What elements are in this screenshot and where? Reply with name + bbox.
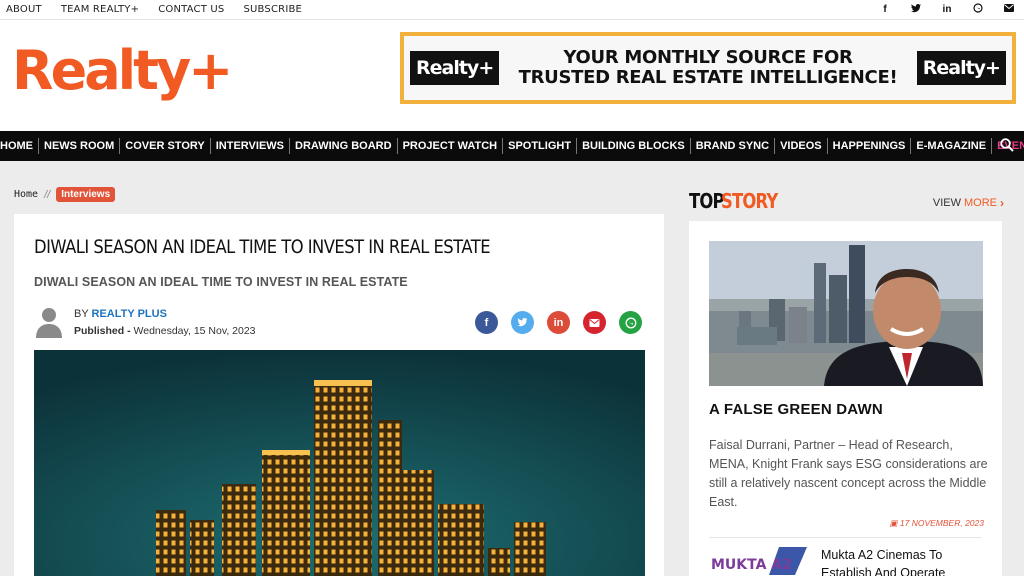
author-meta: BY REALTY PLUS Published - Wednesday, 15… [74,308,256,337]
share-buttons: f in [475,311,642,334]
author-block: BY REALTY PLUS Published - Wednesday, 15… [34,306,256,338]
author-line: BY REALTY PLUS [74,308,256,320]
view-more-label-1: VIEW [932,197,961,209]
article-card: DIWALI SEASON AN IDEAL TIME TO INVEST IN… [14,214,664,576]
logo-plus: + [188,39,233,102]
share-facebook-icon[interactable]: f [475,311,498,334]
calendar-icon: ▣ [889,518,900,528]
author-name[interactable]: REALTY PLUS [92,308,167,320]
article-hero-image [34,350,645,576]
breadcrumb-separator: // [44,188,51,201]
article-subtitle: DIWALI SEASON AN IDEAL TIME TO INVEST IN… [34,275,408,289]
top-link-team[interactable]: TEAM REALTY+ [61,4,139,15]
banner-text: YOUR MONTHLY SOURCE FOR TRUSTED REAL EST… [519,48,898,88]
article-title: DIWALI SEASON AN IDEAL TIME TO INVEST IN… [34,236,491,258]
nav-cover-story[interactable]: COVER STORY [120,138,211,154]
share-linkedin-icon[interactable]: in [547,311,570,334]
chevron-right-icon: › [1000,196,1004,210]
top-story-title[interactable]: A FALSE GREEN DAWN [709,401,883,418]
breadcrumb-home[interactable]: Home [14,189,38,200]
by-prefix: BY [74,307,92,320]
nav-drawing-board[interactable]: DRAWING BOARD [290,138,398,154]
view-more-link[interactable]: VIEW MORE › [933,196,1004,210]
breadcrumb-current[interactable]: Interviews [56,187,116,202]
social-links: f in [880,3,1018,16]
sidebar-divider [709,537,982,538]
banner-logo-left: Realty+ [410,51,500,85]
share-mail-icon[interactable] [583,311,606,334]
nav-home[interactable]: HOME [0,138,39,154]
logo-text: Realty [12,39,191,102]
top-links: ABOUT TEAM REALTY+ CONTACT US SUBSCRIBE [6,4,321,15]
next-story-thumbnail[interactable]: MUKTA A2 [709,545,809,576]
top-link-contact[interactable]: CONTACT US [158,4,224,15]
twitter-icon[interactable] [911,3,921,16]
top-story-heading-1: TOP [689,189,725,213]
nav-happenings[interactable]: HAPPENINGS [828,138,912,154]
share-whatsapp-icon[interactable] [619,311,642,334]
facebook-icon[interactable]: f [880,4,890,15]
linkedin-icon[interactable]: in [942,4,952,15]
nav-news-room[interactable]: NEWS ROOM [39,138,121,154]
top-story-excerpt: Faisal Durrani, Partner – Head of Resear… [709,438,988,509]
nav-building-blocks[interactable]: BUILDING BLOCKS [577,138,691,154]
main-content: Home // Interviews DIWALI SEASON AN IDEA… [0,161,1024,576]
top-link-subscribe[interactable]: SUBSCRIBE [243,4,302,15]
banner-line-1: YOUR MONTHLY SOURCE FOR [563,47,853,68]
header-banner-ad[interactable]: Realty+ YOUR MONTHLY SOURCE FOR TRUSTED … [400,32,1016,104]
whatsapp-icon[interactable] [973,3,983,16]
published-date: Wednesday, 15 Nov, 2023 [133,324,256,337]
search-icon[interactable] [1000,138,1014,152]
top-link-about[interactable]: ABOUT [6,4,42,15]
share-twitter-icon[interactable] [511,311,534,334]
nav-project-watch[interactable]: PROJECT WATCH [398,138,504,154]
avatar-icon [36,308,62,338]
top-story-card: A FALSE GREEN DAWN Faisal Durrani, Partn… [689,221,1002,576]
nav-spotlight[interactable]: SPOTLIGHT [503,138,578,154]
top-utility-bar: ABOUT TEAM REALTY+ CONTACT US SUBSCRIBE … [0,0,1024,20]
nav-brand-sync[interactable]: BRAND SYNC [691,138,776,154]
top-story-date: ▣ 17 NOVEMBER, 2023 [889,518,984,529]
next-story-title[interactable]: Mukta A2 Cinemas To Establish And Operat… [821,546,991,576]
top-story-heading-2: STORY [721,189,778,213]
banner-logo-right: Realty+ [916,51,1006,85]
site-header: Realty+ Realty+ YOUR MONTHLY SOURCE FOR … [0,20,1024,131]
nav-e-magazine[interactable]: E-MAGAZINE [911,138,993,154]
banner-line-2: TRUSTED REAL ESTATE INTELLIGENCE! [518,67,898,88]
top-story-date-text: 17 NOVEMBER, 2023 [899,518,984,528]
next-story-thumb-text: MUKTA A2 [711,557,792,573]
published-line: Published - Wednesday, 15 Nov, 2023 [74,325,256,337]
breadcrumb: Home // Interviews [14,187,116,202]
top-story-heading: TOP STORY [689,189,790,213]
mail-icon[interactable] [1004,4,1014,15]
main-nav: HOME NEWS ROOM COVER STORY INTERVIEWS DR… [0,131,1024,161]
realty-plus-logo[interactable]: Realty+ [12,39,233,102]
nav-videos[interactable]: VIDEOS [775,138,828,154]
nav-interviews[interactable]: INTERVIEWS [211,138,291,154]
top-story-image[interactable] [709,241,983,386]
published-label: Published - [74,324,134,337]
view-more-label-2: MORE [964,197,997,209]
